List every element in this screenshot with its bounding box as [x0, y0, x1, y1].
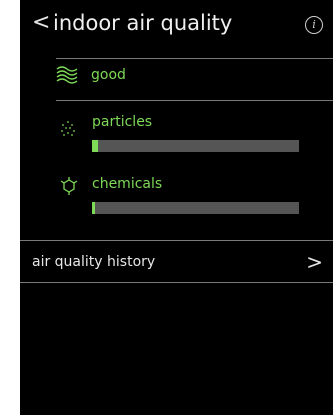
history-bottom-divider [20, 282, 333, 283]
air-quality-status: good [56, 63, 316, 93]
chemicals-label: chemicals [92, 176, 163, 192]
air-quality-history-row[interactable]: air quality history > [20, 240, 333, 282]
info-icon[interactable]: i [305, 16, 323, 34]
particles-level-fill [92, 140, 99, 152]
chemicals-level-bar [92, 202, 299, 214]
header: < indoor air quality i [20, 0, 333, 48]
particles-label: particles [92, 114, 153, 130]
waves-icon [56, 66, 78, 84]
chemicals-level-fill [92, 202, 96, 214]
back-chevron-icon[interactable]: < [32, 10, 50, 36]
particles-dots-icon [61, 121, 75, 136]
page-title: indoor air quality [53, 11, 233, 35]
status-divider [56, 100, 333, 101]
particles-level-bar [92, 140, 299, 152]
air-quality-history-label: air quality history [32, 254, 156, 270]
status-text: good [91, 67, 126, 83]
chevron-right-icon: > [306, 250, 323, 274]
molecule-icon [60, 177, 78, 195]
header-divider [56, 58, 333, 59]
app-screen: < indoor air quality i good particles ch… [20, 0, 333, 415]
